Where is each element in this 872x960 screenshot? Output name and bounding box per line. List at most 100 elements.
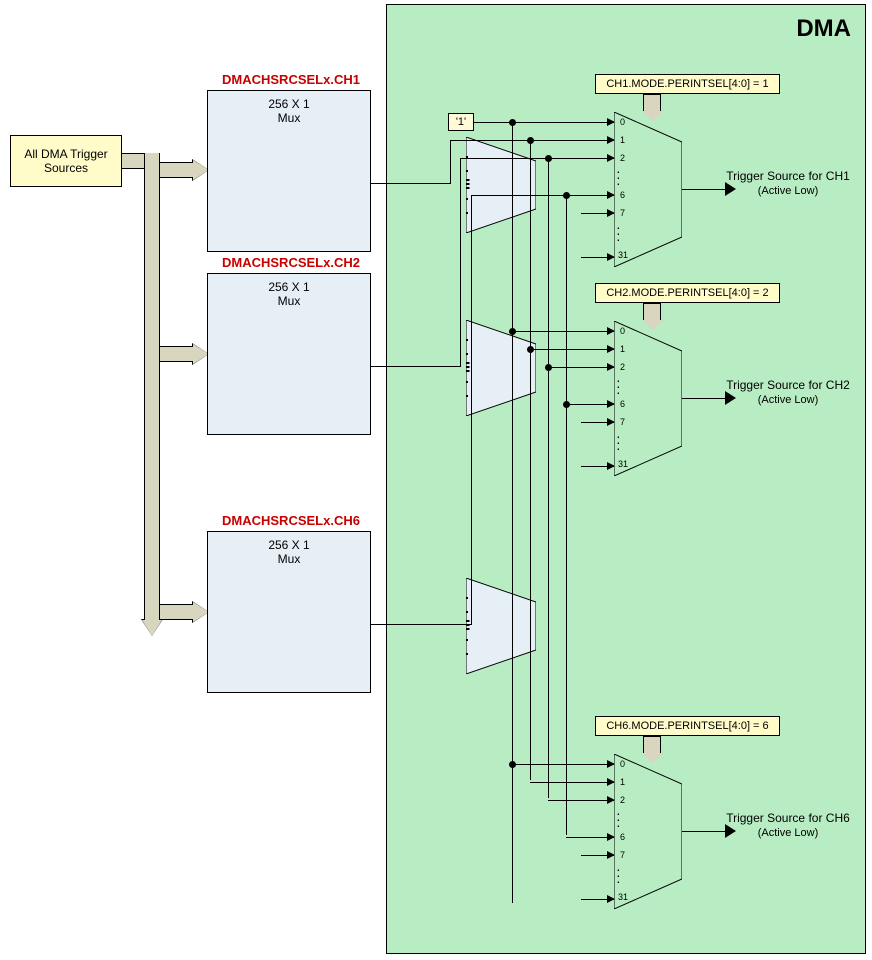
wire bbox=[682, 398, 727, 399]
wire bbox=[371, 624, 472, 625]
xbar-size: 256 X 1 bbox=[208, 280, 370, 294]
bus-ch6 bbox=[566, 195, 567, 835]
output-ch1: Trigger Source for CH1 (Active Low) bbox=[720, 169, 856, 197]
output-ch2: Trigger Source for CH2 (Active Low) bbox=[720, 378, 856, 406]
pipe bbox=[122, 153, 144, 169]
junction-dot bbox=[527, 137, 534, 144]
mux-in-31: 31 bbox=[618, 459, 628, 469]
xbar-ch1: 256 X 1 Mux bbox=[207, 90, 371, 252]
dma-title: DMA bbox=[796, 15, 851, 43]
diagram-canvas: DMA All DMA Trigger Sources DMACHSRCSELx… bbox=[0, 0, 872, 960]
sel-arrow-icon bbox=[643, 94, 661, 112]
mux-in-0: 0 bbox=[620, 759, 625, 769]
mux-in-7: 7 bbox=[620, 417, 625, 427]
xbar-ch6: 256 X 1 Mux bbox=[207, 531, 371, 693]
output-label: Trigger Source for CH6 bbox=[726, 811, 850, 825]
arrow-icon bbox=[607, 833, 615, 841]
vdots: ··· bbox=[616, 810, 621, 828]
wire bbox=[682, 189, 727, 190]
pipe bbox=[160, 162, 193, 178]
mux-in-7: 7 bbox=[620, 850, 625, 860]
mux-in-7: 7 bbox=[620, 208, 625, 218]
arrow-icon bbox=[607, 418, 615, 426]
xbar-type: Mux bbox=[208, 294, 370, 308]
sel-arrow-icon bbox=[643, 303, 661, 321]
vdots: ··· bbox=[616, 224, 621, 242]
vdots: ··· bbox=[616, 866, 621, 884]
mux-trapezoid-icon bbox=[466, 137, 536, 233]
arrow-icon bbox=[607, 327, 615, 335]
wire bbox=[450, 140, 451, 184]
xbar-size: 256 X 1 bbox=[208, 97, 370, 111]
wire bbox=[548, 800, 614, 801]
junction-dot bbox=[545, 155, 552, 162]
arrow-icon bbox=[607, 851, 615, 859]
wire bbox=[530, 140, 614, 141]
output-sub: (Active Low) bbox=[758, 827, 819, 839]
arrow-icon bbox=[725, 391, 736, 405]
wire bbox=[530, 782, 614, 783]
vdots: ··· bbox=[616, 168, 621, 186]
bus-one bbox=[512, 122, 513, 902]
cfg-ch2: CH2.MODE.PERINTSEL[4:0] = 2 bbox=[595, 283, 780, 303]
wire bbox=[512, 764, 614, 765]
mux-trapezoid-icon bbox=[466, 320, 536, 416]
arrow-icon bbox=[607, 778, 615, 786]
mux-in-2: 2 bbox=[620, 362, 625, 372]
wire bbox=[371, 366, 461, 367]
wire bbox=[450, 140, 530, 141]
mux-in-1: 1 bbox=[620, 135, 625, 145]
wire bbox=[512, 331, 614, 332]
mux-in-6: 6 bbox=[620, 832, 625, 842]
arrow-icon bbox=[607, 154, 615, 162]
junction-dot bbox=[545, 364, 552, 371]
output-sub: (Active Low) bbox=[758, 394, 819, 406]
vdots: ··· bbox=[616, 433, 621, 451]
arrow-icon bbox=[725, 824, 736, 838]
cfg-ch1: CH1.MODE.PERINTSEL[4:0] = 1 bbox=[595, 74, 780, 94]
pipe-arrow-icon bbox=[142, 620, 162, 636]
mux-in-1: 1 bbox=[620, 777, 625, 787]
wire bbox=[460, 158, 461, 367]
output-sub: (Active Low) bbox=[758, 185, 819, 197]
xbar-type: Mux bbox=[208, 111, 370, 125]
mux-in-0: 0 bbox=[620, 326, 625, 336]
arrow-icon bbox=[607, 400, 615, 408]
sel-arrow-icon bbox=[643, 736, 661, 754]
wire bbox=[371, 183, 451, 184]
arrow-icon bbox=[607, 796, 615, 804]
wire bbox=[512, 902, 513, 903]
xbar-title-ch6: DMACHSRCSELx.CH6 bbox=[222, 513, 360, 528]
arrow-icon bbox=[607, 895, 615, 903]
mux-in-6: 6 bbox=[620, 190, 625, 200]
wire bbox=[460, 158, 548, 159]
output-label: Trigger Source for CH1 bbox=[726, 169, 850, 183]
output-ch3: Trigger Source for CH6 (Active Low) bbox=[720, 811, 856, 839]
junction-dot bbox=[509, 761, 516, 768]
arrow-icon bbox=[607, 363, 615, 371]
xbar-title-ch1: DMACHSRCSELx.CH1 bbox=[222, 72, 360, 87]
mux-in-2: 2 bbox=[620, 795, 625, 805]
arrow-icon bbox=[607, 191, 615, 199]
pipe bbox=[160, 604, 193, 620]
xbar-title-ch2: DMACHSRCSELx.CH2 bbox=[222, 255, 360, 270]
bus-ch1 bbox=[530, 140, 531, 780]
wire bbox=[512, 122, 614, 123]
cfg-ch6: CH6.MODE.PERINTSEL[4:0] = 6 bbox=[595, 716, 780, 736]
pipe bbox=[160, 346, 193, 362]
wire bbox=[471, 195, 472, 625]
wire bbox=[474, 122, 512, 123]
wire bbox=[682, 831, 727, 832]
arrow-icon bbox=[607, 462, 615, 470]
arrow-icon bbox=[607, 118, 615, 126]
dma-trigger-sources-box: All DMA Trigger Sources bbox=[10, 135, 122, 187]
wire bbox=[548, 367, 614, 368]
junction-dot bbox=[563, 192, 570, 199]
junction-dot bbox=[563, 401, 570, 408]
xbar-size: 256 X 1 bbox=[208, 538, 370, 552]
junction-dot bbox=[509, 328, 516, 335]
vdots: ··· bbox=[616, 377, 621, 395]
constant-one-box: '1' bbox=[448, 113, 474, 131]
mux-in-6: 6 bbox=[620, 399, 625, 409]
mux-in-31: 31 bbox=[618, 892, 628, 902]
